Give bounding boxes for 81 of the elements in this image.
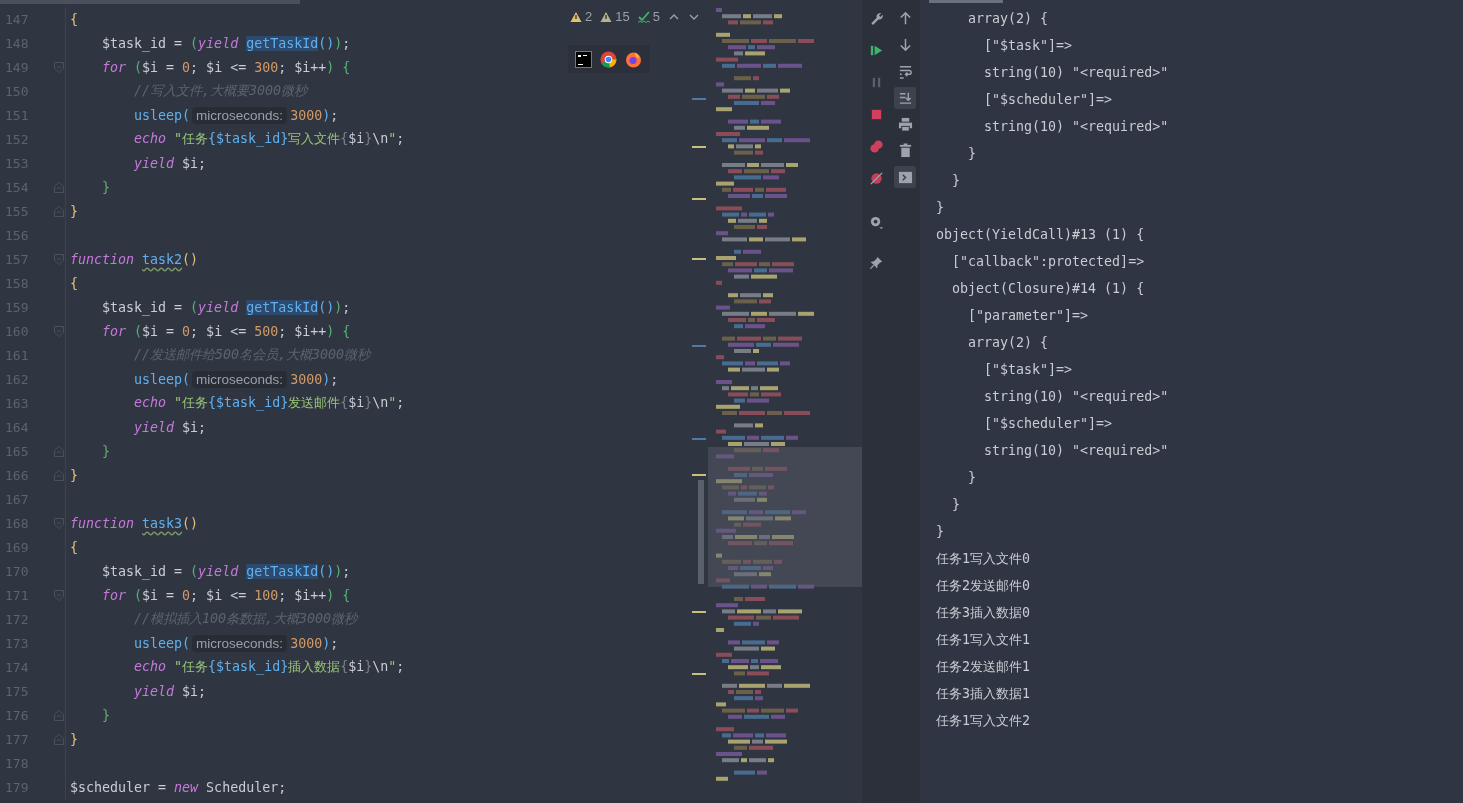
console-line: 任务3插入数据1 xyxy=(936,684,1030,703)
console-line: 任务2发送邮件1 xyxy=(936,657,1030,676)
console-icon xyxy=(897,169,913,185)
code-text: usleep( xyxy=(133,371,191,387)
code-text: 3000); xyxy=(290,635,339,651)
code-text: yield $i; xyxy=(133,683,207,699)
code-text: $task_id = (yield getTaskId()); xyxy=(101,35,351,51)
scroll-to-end-button[interactable] xyxy=(894,86,916,109)
browser-icon[interactable] xyxy=(600,50,617,68)
console-line: 任务1写入文件1 xyxy=(936,630,1030,649)
code-text: function task2() xyxy=(70,251,199,267)
code-text: { xyxy=(70,11,78,27)
console-line: ["$scheduler"]=> xyxy=(983,92,1113,107)
console-line: ["$task"]=> xyxy=(983,362,1073,377)
check-icon xyxy=(637,10,650,23)
console-line: ["callback":protected]=> xyxy=(951,254,1145,269)
console-line: } xyxy=(951,497,961,512)
scrollbar[interactable] xyxy=(929,0,1003,3)
code-text: echo "任务{$task_id}插入数据{$i}\n"; xyxy=(133,658,405,676)
inspection-counter[interactable]: 15 xyxy=(600,9,630,24)
pin-icon xyxy=(868,254,884,270)
console-line: } xyxy=(936,200,944,215)
code-text: } xyxy=(70,467,78,483)
trash-icon xyxy=(897,143,913,158)
parameter-hint: microseconds: xyxy=(192,106,288,124)
console-line: string(10) "<required>" xyxy=(983,443,1169,458)
console-line: 任务3插入数据0 xyxy=(936,603,1030,622)
console-line: } xyxy=(967,470,977,485)
code-text: $task_id = (yield getTaskId()); xyxy=(101,563,351,579)
code-text: yield $i; xyxy=(133,419,207,435)
code-text: for ($i = 0; $i <= 100; $i++) { xyxy=(101,587,351,603)
inspection-counter[interactable]: 5 xyxy=(637,9,660,24)
inspection-counter[interactable]: 2 xyxy=(570,9,593,24)
code-text: 3000); xyxy=(290,107,339,123)
console-line: string(10) "<required>" xyxy=(983,119,1169,134)
console-line: array(2) { xyxy=(967,335,1049,350)
code-text: } xyxy=(70,203,78,219)
code-text: } xyxy=(101,179,111,195)
code-text: for ($i = 0; $i <= 300; $i++) { xyxy=(101,59,351,75)
console-line: object(Closure)#14 (1) { xyxy=(951,281,1145,296)
code-text: $task_id = (yield getTaskId()); xyxy=(101,299,351,315)
code-text: 3000); xyxy=(290,371,339,387)
code-text: } xyxy=(70,731,78,747)
console-line: ["parameter"]=> xyxy=(967,308,1089,323)
fox-browser-icon[interactable] xyxy=(625,50,642,68)
console-line: 任务2发送邮件0 xyxy=(936,576,1030,595)
console-line: } xyxy=(951,173,961,188)
code-text: } xyxy=(101,443,111,459)
code-text: $scheduler = new Scheduler; xyxy=(70,779,287,795)
wrap-icon xyxy=(897,63,913,79)
dots-icon xyxy=(868,138,884,154)
code-text: } xyxy=(101,707,111,723)
code-text: yield $i; xyxy=(133,155,207,171)
console-line: ["$scheduler"]=> xyxy=(983,416,1113,431)
settings-icon xyxy=(868,214,884,230)
ide-icon[interactable] xyxy=(575,50,592,68)
crossed-dot-icon xyxy=(868,170,884,186)
code-text: for ($i = 0; $i <= 500; $i++) { xyxy=(101,323,351,339)
console-line: 任务1写入文件0 xyxy=(936,549,1030,568)
console-button[interactable] xyxy=(894,166,916,188)
scroll-end-icon xyxy=(897,90,913,105)
code-text: usleep( xyxy=(133,635,191,651)
code-text: { xyxy=(70,539,78,555)
code-text: echo "任务{$task_id}写入文件{$i}\n"; xyxy=(133,130,405,148)
code-text: echo "任务{$task_id}发送邮件{$i}\n"; xyxy=(133,394,405,412)
parameter-hint: microseconds: xyxy=(192,634,288,652)
console-line: array(2) { xyxy=(967,11,1049,26)
warning-icon xyxy=(570,10,582,23)
console-line: object(YieldCall)#13 (1) { xyxy=(936,227,1145,242)
console-line: } xyxy=(967,146,977,161)
printer-icon xyxy=(897,116,913,132)
parameter-hint: microseconds: xyxy=(192,370,288,388)
code-text: { xyxy=(70,275,78,291)
console-line: } xyxy=(936,524,944,539)
console-line: 任务1写入文件2 xyxy=(936,711,1030,730)
console-line: ["$task"]=> xyxy=(983,38,1073,53)
console-line: string(10) "<required>" xyxy=(983,65,1169,80)
code-text: function task3() xyxy=(70,515,199,531)
console-line: string(10) "<required>" xyxy=(983,389,1169,404)
warning-icon xyxy=(600,10,613,23)
code-text: usleep( xyxy=(133,107,191,123)
